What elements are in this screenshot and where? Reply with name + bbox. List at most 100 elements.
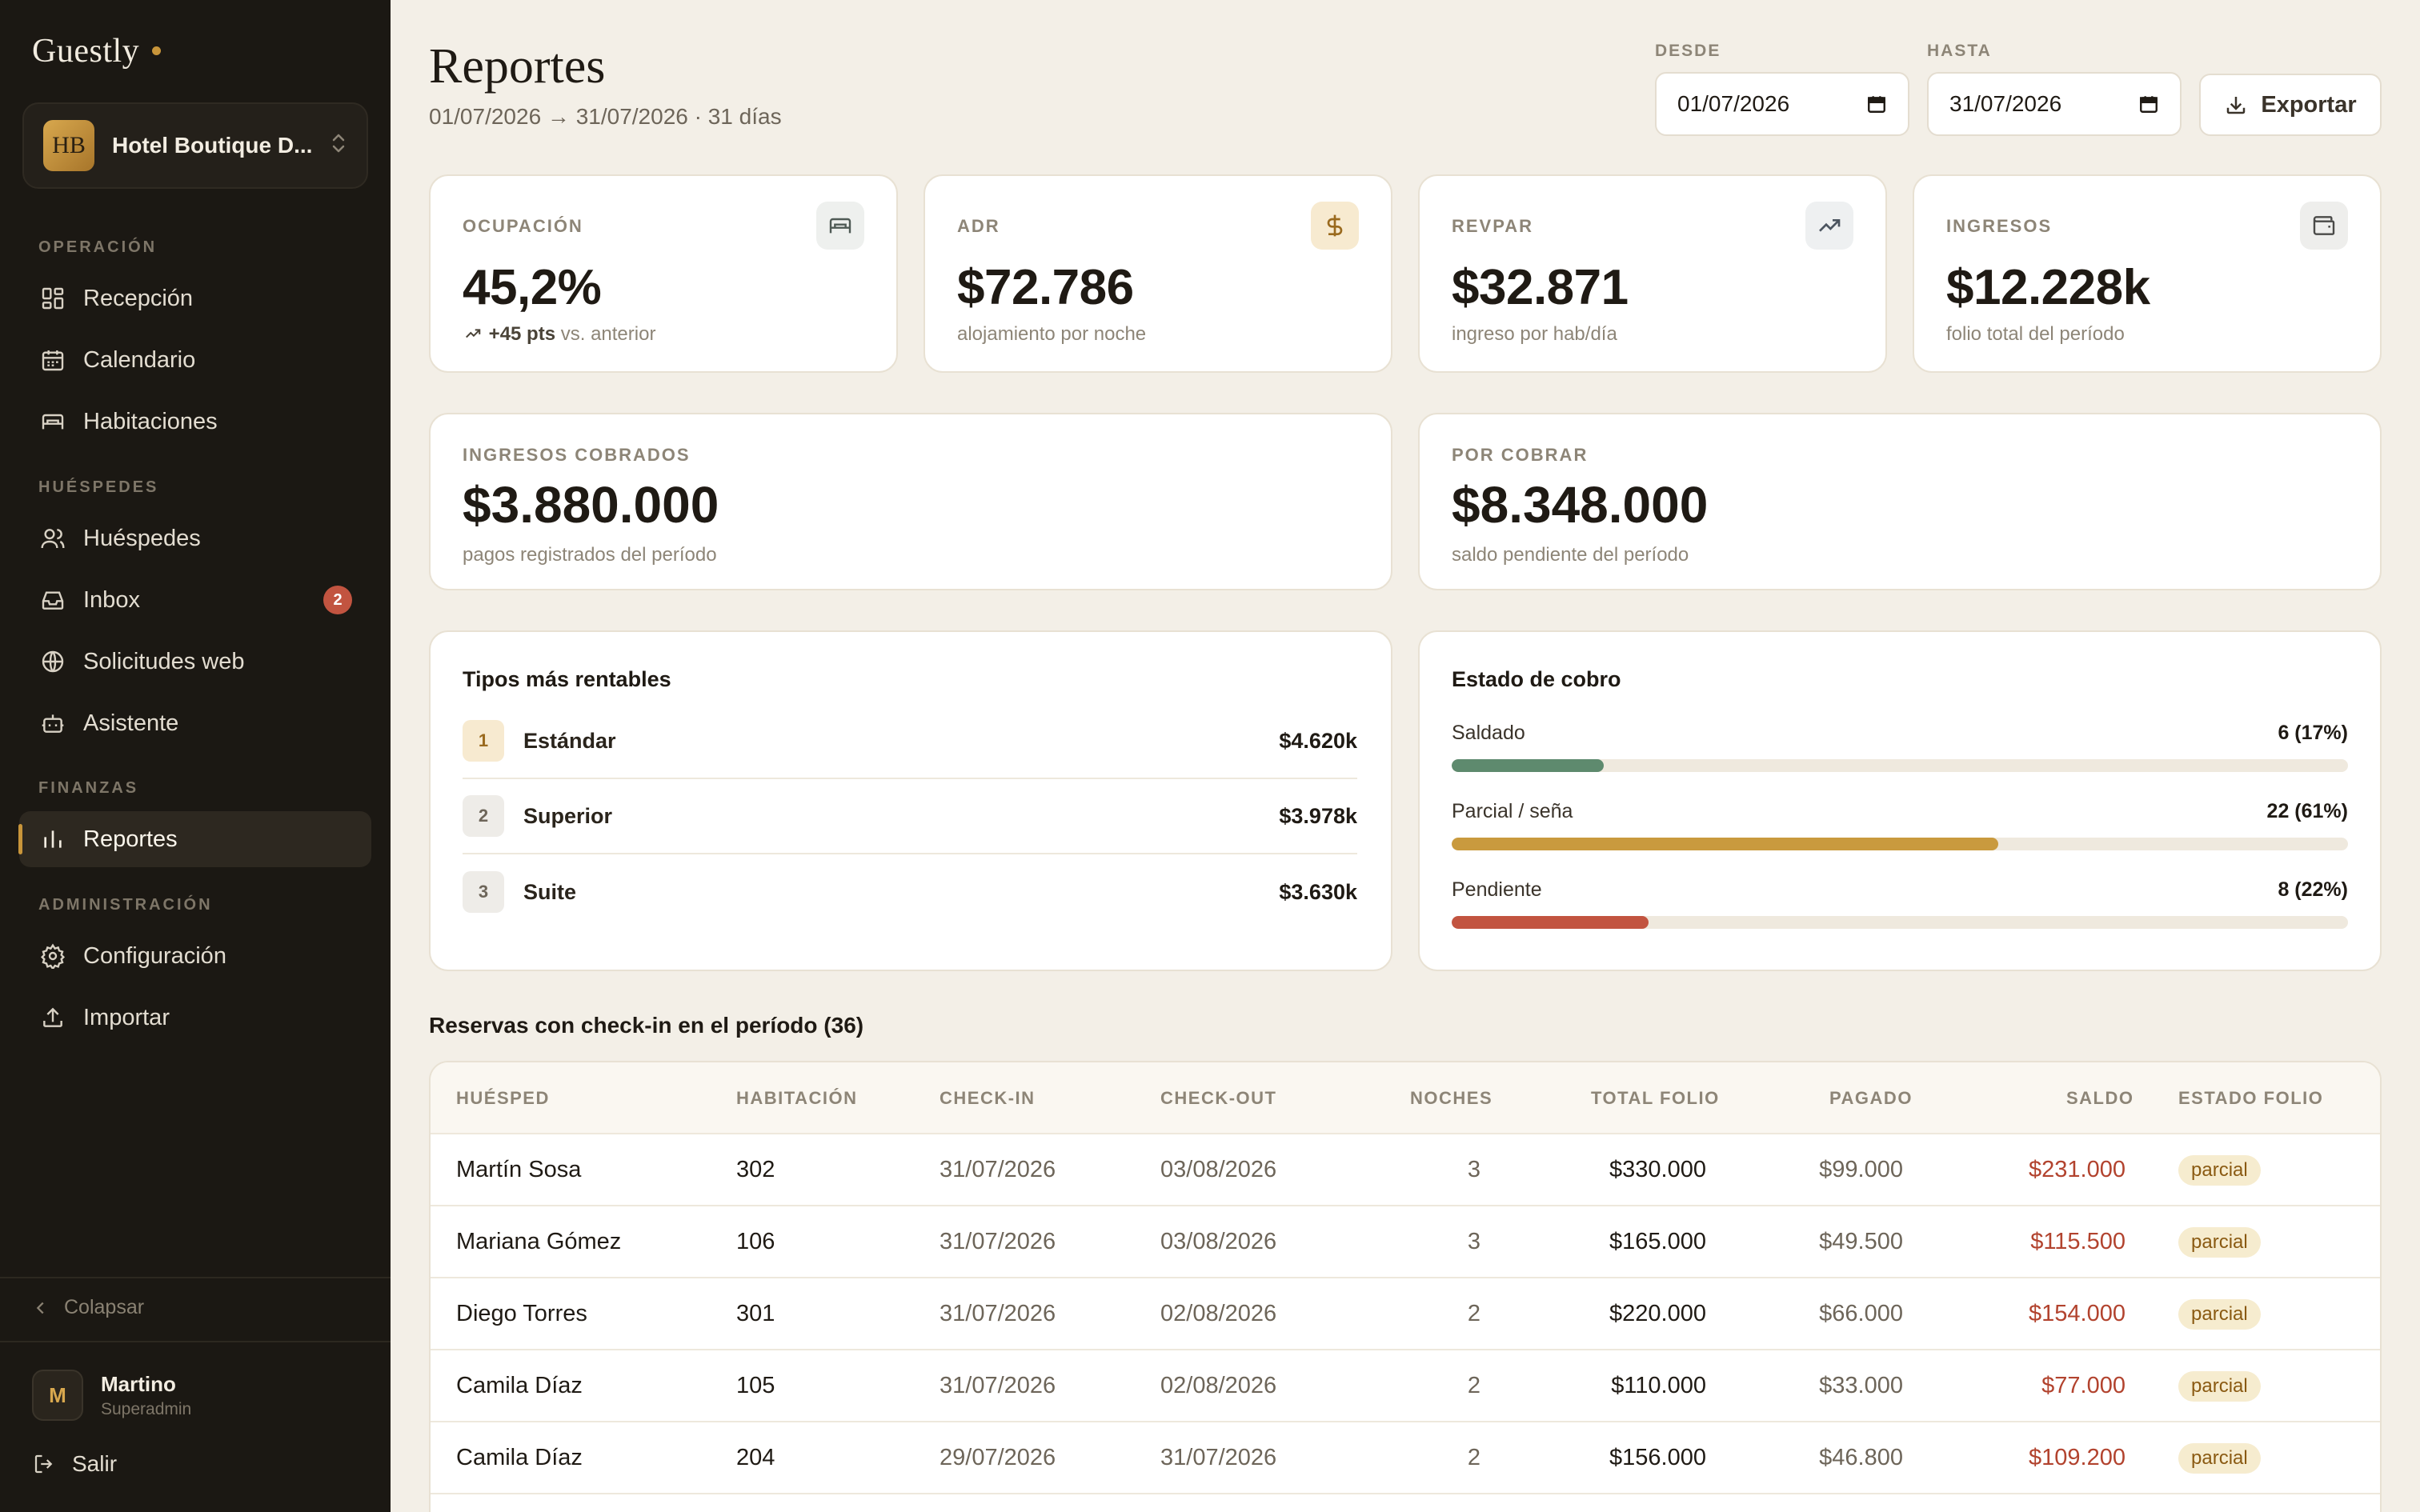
progress-fill — [1452, 916, 1649, 929]
nav-section-finanzas: FINANZAS — [38, 779, 139, 797]
sidebar-item-label: Inbox — [83, 586, 140, 613]
kpi-value: $72.786 — [957, 260, 1134, 315]
cell-checkout: 03/08/2026 — [1160, 1229, 1277, 1254]
grid-icon — [38, 284, 67, 313]
sidebar-item-label: Importar — [83, 1004, 170, 1030]
cell-guest: Diego Torres — [456, 1301, 587, 1326]
cell-paid: $49.500 — [1819, 1229, 1903, 1254]
cell-balance: $115.500 — [2030, 1229, 2126, 1254]
cell-guest: Camila Díaz — [456, 1373, 583, 1398]
user-profile[interactable]: M Martino Superadmin — [32, 1370, 191, 1421]
brand-name: Guestly — [32, 33, 140, 70]
sidebar-item-asistente[interactable]: Asistente — [19, 695, 371, 751]
logout-button[interactable]: Salir — [32, 1451, 117, 1477]
bed-icon — [816, 202, 864, 250]
card-ingresos-cobrados: INGRESOS COBRADOS $3.880.000 pagos regis… — [429, 413, 1392, 590]
column-header[interactable]: CHECK-IN — [940, 1088, 1036, 1109]
kpi-card-ingresos: INGRESOS $12.228k folio total del períod… — [1913, 174, 2382, 373]
list-item: 1 Estándar $4.620k — [463, 704, 1357, 779]
cell-total: $330.000 — [1609, 1157, 1706, 1182]
total-sub: pagos registrados del período — [463, 544, 717, 566]
gear-icon — [38, 942, 67, 970]
users-icon — [38, 524, 67, 553]
status-badge: parcial — [2178, 1371, 2261, 1402]
cell-room: 302 — [736, 1157, 775, 1182]
kpi-sub: ingreso por hab/día — [1452, 323, 1617, 345]
progress-fill — [1452, 759, 1605, 772]
kpi-trend: +45 pts vs. anterior — [463, 323, 655, 346]
calendar-icon[interactable] — [2138, 94, 2159, 114]
panel-title: Estado de cobro — [1452, 667, 1621, 691]
from-date-value: 01/07/2026 — [1677, 91, 1790, 116]
sidebar-item-inbox[interactable]: Inbox 2 — [19, 572, 371, 628]
cell-total: $156.000 — [1609, 1445, 1706, 1470]
trending-up-icon — [466, 329, 481, 338]
sidebar: Guestly HB Hotel Boutique D... OPERACIÓN… — [0, 0, 391, 1512]
brand-dot — [152, 46, 162, 55]
nav-section-operacion: OPERACIÓN — [38, 238, 158, 256]
cell-checkout: 03/08/2026 — [1160, 1157, 1277, 1182]
to-label: HASTA — [1927, 42, 1992, 60]
hotel-switcher[interactable]: HB Hotel Boutique D... — [22, 102, 368, 189]
kpi-card-ocupacion: OCUPACIÓN 45,2% +45 pts vs. anterior — [429, 174, 898, 373]
kpi-trend-value: +45 pts — [488, 323, 556, 345]
inbox-badge: 2 — [323, 586, 352, 614]
to-date-input[interactable]: 31/07/2026 — [1927, 72, 2182, 136]
section-title: Reservas con check-in en el período (36) — [429, 1013, 864, 1038]
kpi-trend-label: vs. anterior — [560, 323, 656, 345]
column-header[interactable]: HUÉSPED — [456, 1088, 550, 1109]
progress-value: 8 (22%) — [2278, 878, 2348, 901]
sidebar-item-importar[interactable]: Importar — [19, 990, 371, 1046]
table-row[interactable]: Diego Torres 301 31/07/2026 02/08/2026 2 $220… — [431, 1278, 2380, 1350]
chevron-up-down-icon — [330, 131, 347, 160]
column-header[interactable]: CHECK-OUT — [1160, 1088, 1277, 1109]
cell-guest: Camila Díaz — [456, 1445, 583, 1470]
wallet-icon — [2300, 202, 2348, 250]
card-estado-cobro: Estado de cobro Saldado 6 (17%) Parcial /… — [1418, 630, 2382, 971]
bed-icon — [38, 407, 67, 436]
kpi-value: $12.228k — [1946, 260, 2150, 315]
from-label: DESDE — [1655, 42, 1721, 60]
sidebar-item-label: Asistente — [83, 710, 179, 736]
cell-checkin: 31/07/2026 — [940, 1301, 1056, 1326]
column-header[interactable]: NOCHES — [1410, 1088, 1492, 1109]
cell-nights: 3 — [1467, 1157, 1480, 1182]
sidebar-item-label: Huéspedes — [83, 525, 201, 551]
sidebar-divider — [0, 1341, 391, 1342]
column-header[interactable]: ESTADO FOLIO — [2178, 1088, 2323, 1109]
sidebar-item-calendario[interactable]: Calendario — [19, 332, 371, 388]
collapse-button[interactable]: Colapsar — [32, 1296, 144, 1319]
sidebar-item-recepcion[interactable]: Recepción — [19, 270, 371, 326]
sidebar-item-solicitudes-web[interactable]: Solicitudes web — [19, 634, 371, 690]
total-value: $8.348.000 — [1452, 476, 1709, 534]
date-range-summary: 01/07/2026 → 31/07/2026 · 31 días — [429, 104, 782, 129]
progress-value: 22 (61%) — [2266, 800, 2348, 822]
from-date-input[interactable]: 01/07/2026 — [1655, 72, 1909, 136]
sidebar-item-huespedes[interactable]: Huéspedes — [19, 510, 371, 566]
panel-title: Tipos más rentables — [463, 667, 671, 691]
sidebar-item-reportes[interactable]: Reportes — [18, 811, 371, 867]
table-row[interactable]: Mariana Gómez 106 31/07/2026 03/08/2026 3 $16… — [431, 1206, 2380, 1278]
kpi-card-revpar: REVPAR $32.871 ingreso por hab/día — [1418, 174, 1887, 373]
sidebar-item-configuracion[interactable]: Configuración — [19, 928, 371, 984]
table-row[interactable]: Martín Sosa 302 31/07/2026 03/08/2026 3 $330.… — [431, 1134, 2380, 1206]
cell-checkout: 31/07/2026 — [1160, 1445, 1277, 1470]
progress-fill — [1452, 838, 1999, 850]
brand-logo[interactable]: Guestly — [32, 32, 162, 70]
calendar-icon[interactable] — [1866, 94, 1887, 114]
kpi-label: INGRESOS — [1946, 216, 2053, 236]
rank-number: 2 — [463, 795, 504, 837]
column-header[interactable]: TOTAL FOLIO — [1591, 1088, 1720, 1109]
column-header[interactable]: PAGADO — [1829, 1088, 1913, 1109]
export-button[interactable]: Exportar — [2199, 74, 2382, 136]
kpi-label: OCUPACIÓN — [463, 216, 583, 236]
cell-guest: Mariana Gómez — [456, 1229, 622, 1254]
sidebar-item-habitaciones[interactable]: Habitaciones — [19, 394, 371, 450]
table-row[interactable]: Camila Díaz 204 29/07/2026 31/07/2026 2 $156.… — [431, 1422, 2380, 1494]
column-header[interactable]: SALDO — [2066, 1088, 2134, 1109]
total-label: INGRESOS COBRADOS — [463, 445, 691, 465]
table-row[interactable]: Camila Díaz 105 31/07/2026 02/08/2026 2 $110.… — [431, 1350, 2380, 1422]
column-header[interactable]: HABITACIÓN — [736, 1088, 857, 1109]
total-label: POR COBRAR — [1452, 445, 1589, 465]
hotel-name: Hotel Boutique D... — [112, 133, 313, 158]
